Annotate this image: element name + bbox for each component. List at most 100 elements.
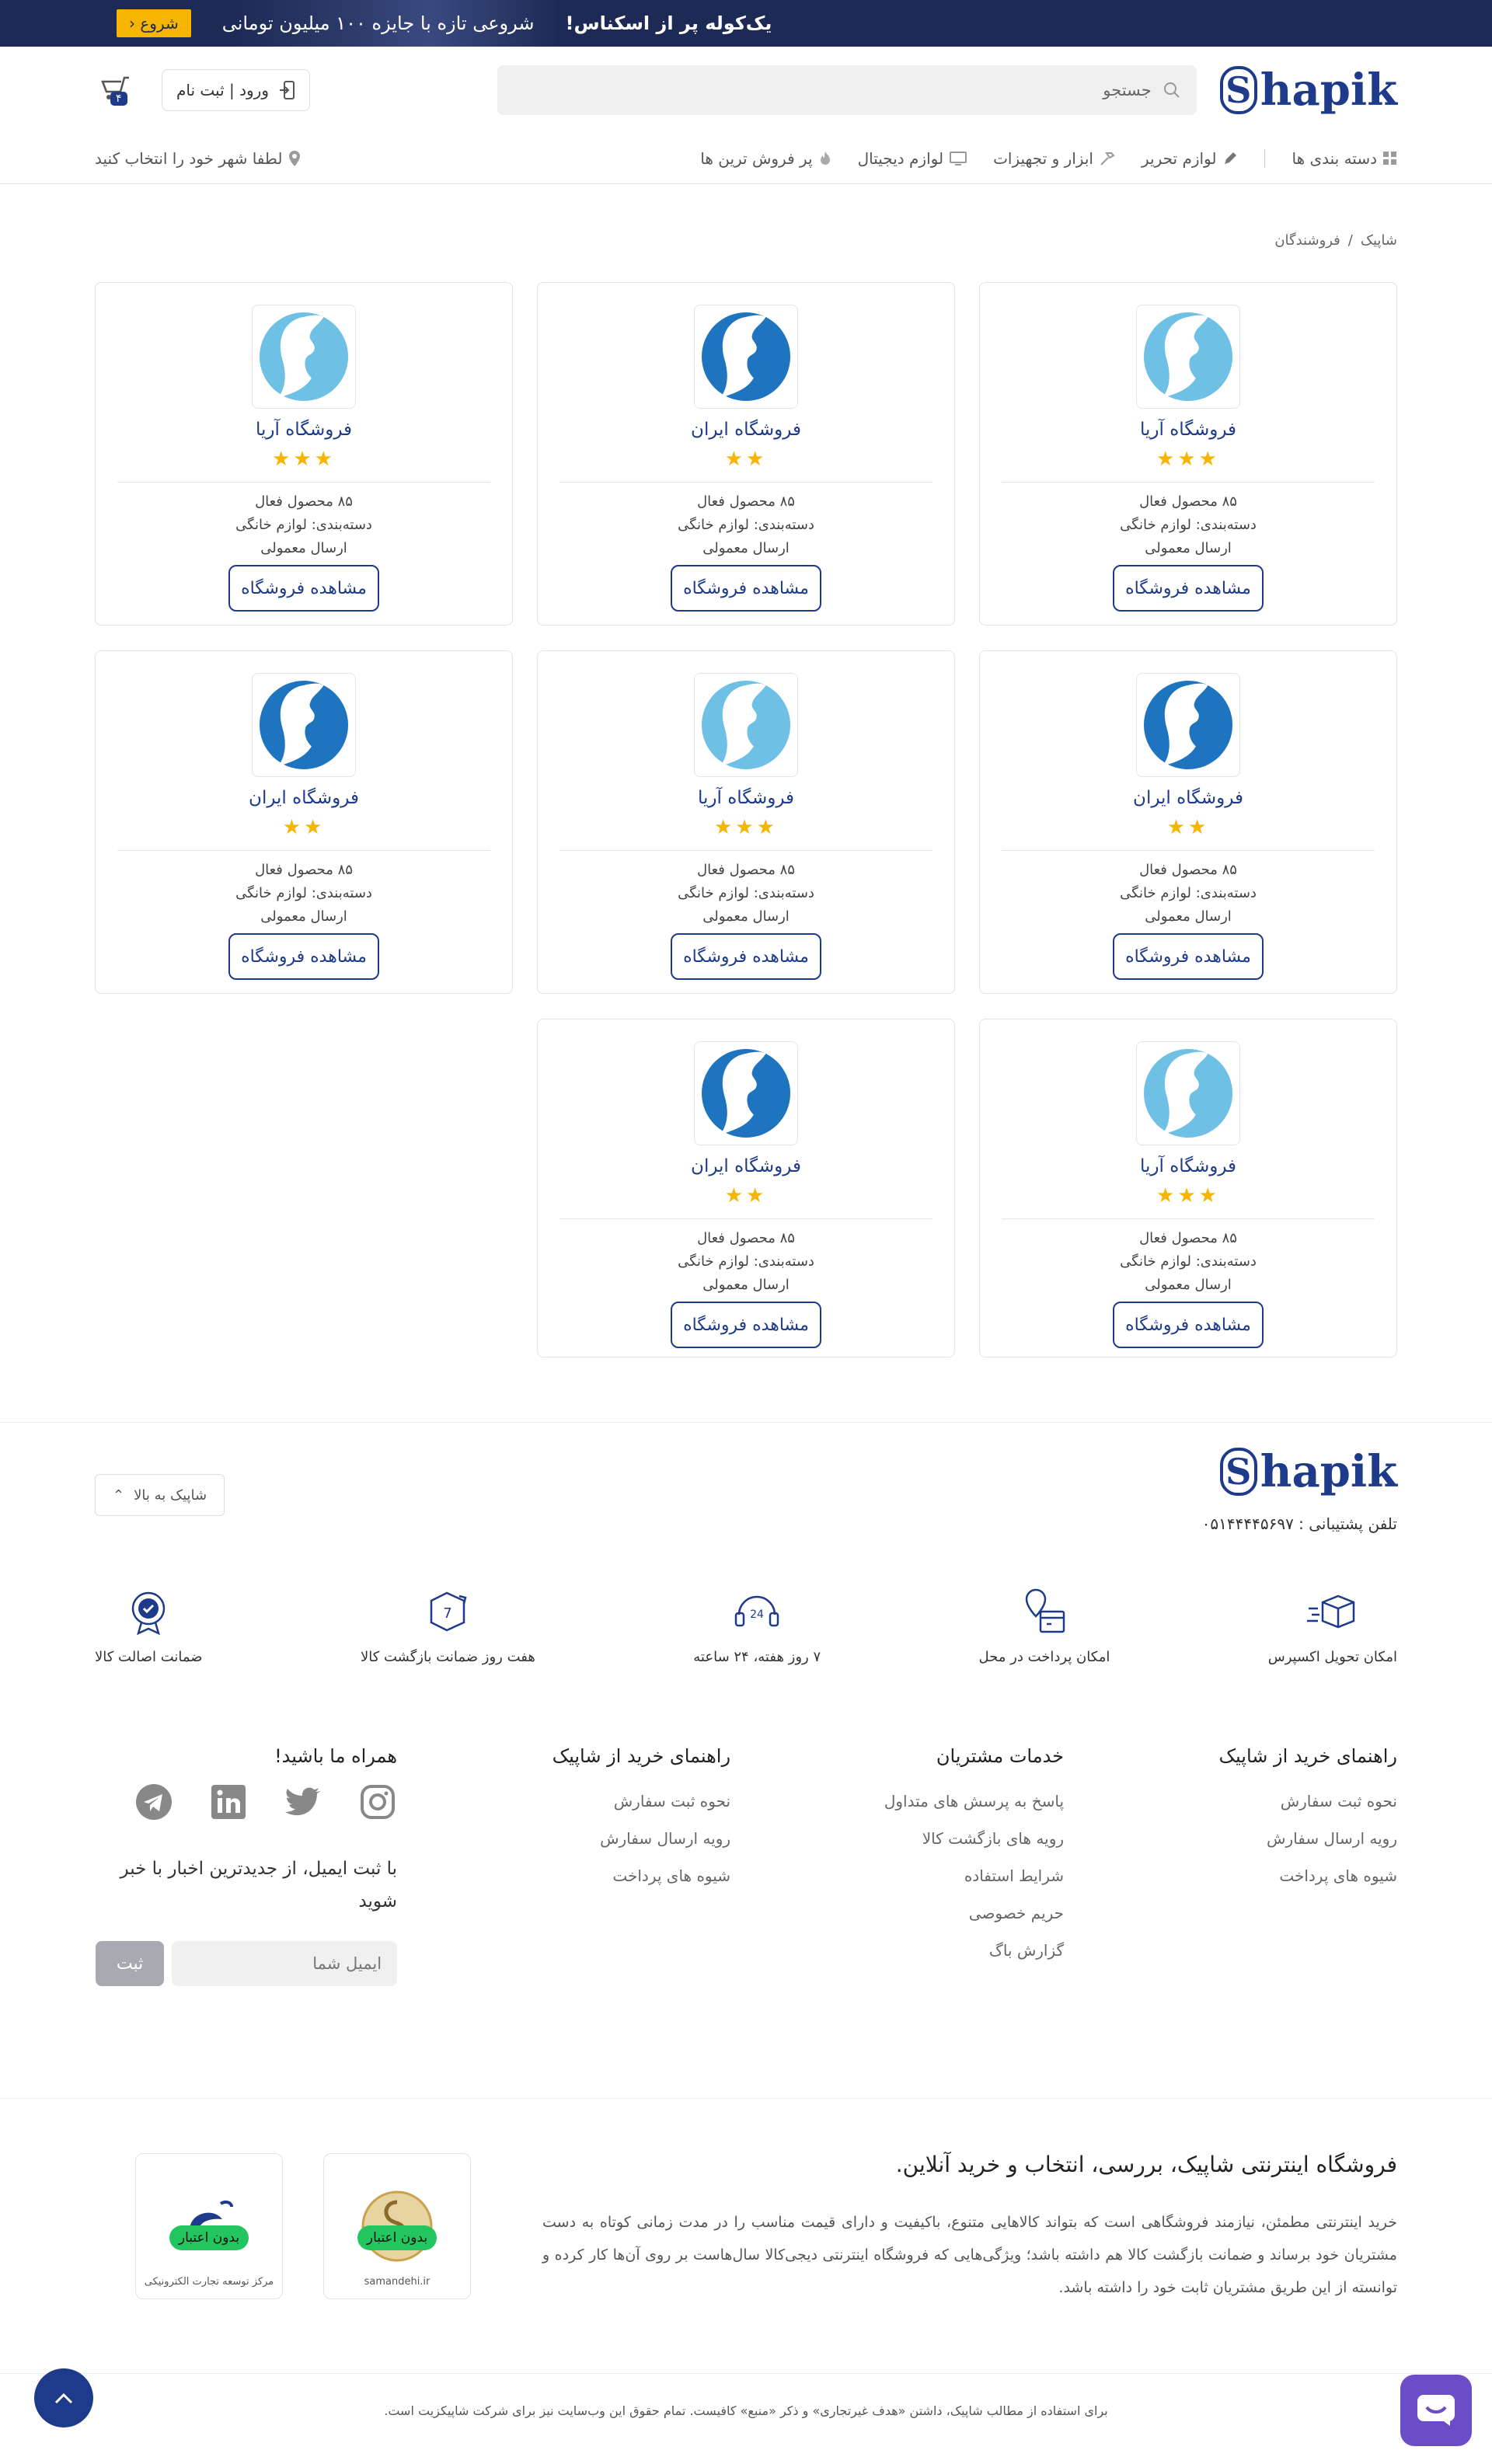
view-store-button[interactable]: مشاهده فروشگاه (1113, 1302, 1264, 1348)
badge-tag: بدون اعتبار (169, 2225, 249, 2250)
store-logo[interactable] (694, 305, 798, 409)
chat-widget-button[interactable] (1400, 2375, 1472, 2446)
store-logo[interactable] (252, 673, 356, 777)
feature-item: امکان پرداخت در محل (979, 1585, 1110, 1665)
nav-divider (1264, 149, 1266, 168)
footer-link[interactable]: پاسخ به پرسش های متداول (730, 1783, 1064, 1820)
site-logo[interactable]: S hapik (1219, 64, 1397, 116)
main-nav: دسته بندی ها لوازم تحریر ابزار و تجهیزات… (0, 134, 1492, 184)
social-icons (95, 1783, 397, 1821)
nav-item-stationery[interactable]: لوازم تحریر (1142, 149, 1239, 168)
footer-link[interactable]: شیوه های پرداخت (1064, 1857, 1397, 1894)
store-products: ۸۵ محصول فعال (1139, 493, 1237, 510)
store-name[interactable]: فروشگاه ایران (691, 1156, 801, 1176)
breadcrumb-current: فروشندگان (1274, 232, 1340, 249)
store-shipping: ارسال معمولی (1145, 540, 1232, 556)
login-button[interactable]: ورود | ثبت نام (162, 69, 310, 111)
nav-label: لوازم تحریر (1141, 149, 1217, 168)
linkedin-icon[interactable] (209, 1783, 248, 1821)
store-name[interactable]: فروشگاه آریا (1140, 420, 1236, 440)
store-info: ۸۵ محصول فعال دسته‌بندی: لوازم خانگی ارس… (235, 490, 372, 560)
nav-label: لوازم دیجیتال (857, 149, 944, 168)
store-logo[interactable] (1136, 673, 1240, 777)
store-name[interactable]: فروشگاه آریا (256, 420, 352, 440)
scroll-top-button[interactable] (34, 2368, 93, 2427)
footer-link[interactable]: گزارش باگ (730, 1932, 1064, 1969)
submit-button[interactable]: ثبت (96, 1941, 165, 1986)
store-products: ۸۵ محصول فعال (1139, 1230, 1237, 1246)
store-name[interactable]: فروشگاه ایران (1133, 788, 1243, 808)
nav-item-tools[interactable]: ابزار و تجهیزات (993, 149, 1115, 168)
divider (560, 850, 932, 851)
footer-link[interactable]: حریم خصوصی (730, 1894, 1064, 1932)
search-input[interactable]: جستجو (497, 65, 1197, 115)
twitter-icon[interactable] (284, 1783, 322, 1821)
nav-item-bestsellers[interactable]: پر فروش ترین ها (700, 149, 831, 168)
breadcrumb-home[interactable]: شاپیک (1361, 232, 1397, 249)
store-logo[interactable] (1136, 1041, 1240, 1145)
nav-item-digital[interactable]: لوازم دیجیتال (858, 149, 967, 168)
woman-profile-icon (1143, 680, 1233, 770)
enamad-badge[interactable]: بدون اعتبار مرکز توسعه تجارت الکترونیکی (135, 2153, 283, 2299)
feature-label: ۷ روز هفته، ۲۴ ساعته (693, 1649, 821, 1665)
store-category: دسته‌بندی: لوازم خانگی (235, 517, 372, 533)
view-store-button[interactable]: مشاهده فروشگاه (1113, 565, 1264, 612)
footer-link[interactable]: نحوه ثبت سفارش (1064, 1783, 1397, 1820)
nav-item-categories[interactable]: دسته بندی ها (1292, 149, 1397, 168)
breadcrumb-separator: / (1347, 232, 1353, 249)
footer-logo[interactable]: S hapik (1219, 1446, 1397, 1497)
city-label: لطفا شهر خود را انتخاب کنید (95, 149, 283, 168)
feature-item: ضمانت اصالت کالا (95, 1585, 203, 1665)
store-logo[interactable] (252, 305, 356, 409)
store-logo[interactable] (1136, 305, 1240, 409)
store-name[interactable]: فروشگاه ایران (691, 420, 801, 440)
store-card: فروشگاه ایران ★★ ۸۵ محصول فعال دسته‌بندی… (537, 282, 955, 626)
view-store-button[interactable]: مشاهده فروشگاه (671, 1302, 821, 1348)
footer-link[interactable]: شیوه های پرداخت (397, 1857, 730, 1894)
fire-icon (820, 152, 830, 165)
store-category: دسته‌بندی: لوازم خانگی (678, 885, 814, 901)
chat-icon (1417, 2395, 1455, 2426)
store-shipping: ارسال معمولی (702, 540, 790, 556)
cart-button[interactable]: ۴ (95, 75, 131, 106)
store-name[interactable]: فروشگاه ایران (249, 788, 359, 808)
footer-link[interactable]: رویه ارسال سفارش (1064, 1820, 1397, 1857)
instagram-icon[interactable] (358, 1783, 397, 1821)
banner-start-button[interactable]: شروع ‹ (117, 9, 191, 37)
woman-profile-icon (1143, 1048, 1233, 1138)
footer-link[interactable]: رویه های بازگشت کالا (730, 1820, 1064, 1857)
woman-profile-icon (259, 312, 349, 402)
city-selector[interactable]: لطفا شهر خود را انتخاب کنید (95, 149, 301, 168)
newsletter-form: ایمیل شما ثبت (95, 1941, 398, 1986)
telegram-icon[interactable] (134, 1783, 173, 1821)
email-field[interactable]: ایمیل شما (172, 1941, 398, 1986)
store-card: فروشگاه ایران ★★ ۸۵ محصول فعال دسته‌بندی… (95, 650, 513, 994)
store-logo[interactable] (694, 1041, 798, 1145)
view-store-button[interactable]: مشاهده فروشگاه (228, 565, 379, 612)
site-header: S hapik جستجو ورود | ثبت نام ۴ (0, 47, 1492, 134)
login-icon (279, 81, 295, 99)
search-placeholder: جستجو (1103, 81, 1152, 99)
divider (1002, 482, 1375, 483)
nav-label: پر فروش ترین ها (700, 149, 813, 168)
store-name[interactable]: فروشگاه آریا (698, 788, 794, 808)
return-7-icon: 7 (431, 1591, 467, 1632)
promo-banner[interactable]: یک‌کوله پر از اسکناس! شروعی تازه با جایز… (0, 0, 1492, 47)
store-rating-stars: ★★★ (714, 816, 778, 839)
view-store-button[interactable]: مشاهده فروشگاه (671, 565, 821, 612)
trust-badges: بدون اعتبار مرکز توسعه تجارت الکترونیکی … (135, 2153, 471, 2299)
footer-link[interactable]: رویه ارسال سفارش (397, 1820, 730, 1857)
breadcrumb: شاپیک / فروشندگان (0, 184, 1492, 249)
back-to-top-button[interactable]: شاپیک به بالا ⌃ (95, 1474, 225, 1516)
store-card: فروشگاه ایران ★★ ۸۵ محصول فعال دسته‌بندی… (537, 1019, 955, 1357)
view-store-button[interactable]: مشاهده فروشگاه (671, 933, 821, 980)
view-store-button[interactable]: مشاهده فروشگاه (228, 933, 379, 980)
samandehi-badge[interactable]: بدون اعتبار samandehi.ir (323, 2153, 471, 2299)
view-store-button[interactable]: مشاهده فروشگاه (1113, 933, 1264, 980)
footer-link[interactable]: شرایط استفاده (730, 1857, 1064, 1894)
footer-link[interactable]: نحوه ثبت سفارش (397, 1783, 730, 1820)
original-badge-icon (132, 1591, 166, 1636)
store-name[interactable]: فروشگاه آریا (1140, 1156, 1236, 1176)
store-card: فروشگاه آریا ★★★ ۸۵ محصول فعال دسته‌بندی… (979, 282, 1397, 626)
store-logo[interactable] (694, 673, 798, 777)
